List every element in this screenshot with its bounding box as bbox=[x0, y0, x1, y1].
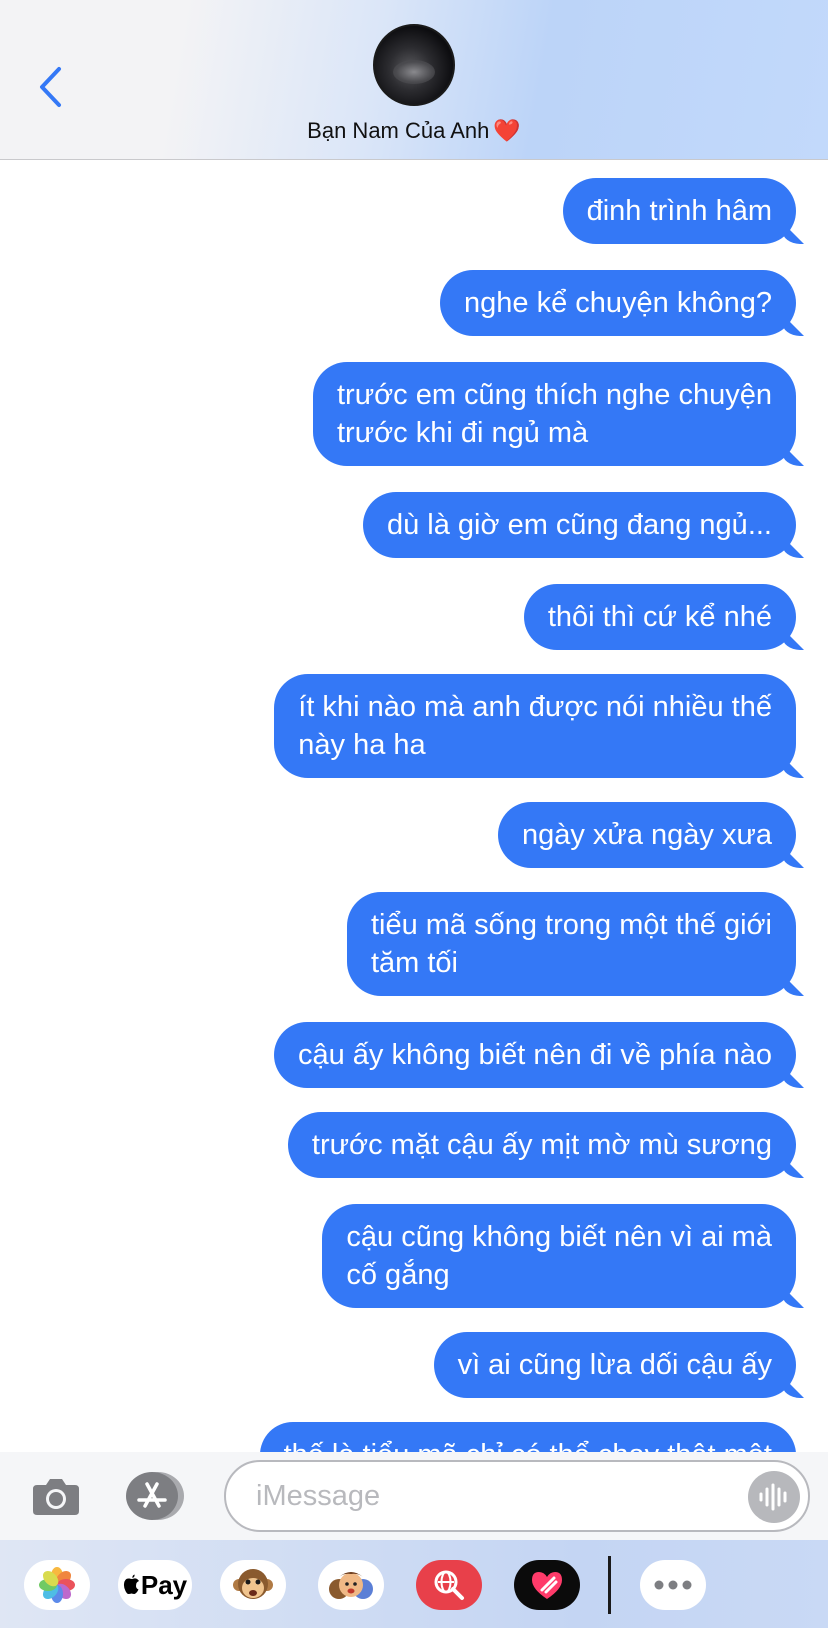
web-search-icon bbox=[434, 1570, 464, 1600]
message-bubble[interactable]: trước em cũng thích nghe chuyện trước kh… bbox=[313, 362, 796, 466]
message-bubble[interactable]: nghe kể chuyện không? bbox=[440, 270, 796, 336]
back-button[interactable] bbox=[30, 62, 70, 112]
message-text: dù là giờ em cũng đang ngủ... bbox=[386, 509, 772, 541]
message-bubble[interactable]: cậu cũng không biết nên vì ai mà cố gắng bbox=[322, 1204, 796, 1308]
imessage-placeholder: iMessage bbox=[256, 1480, 381, 1512]
audio-message-button[interactable] bbox=[748, 1471, 800, 1523]
message-text: tiểu mã sống trong một thế giới tăm tối bbox=[370, 909, 772, 979]
chevron-left-icon bbox=[40, 67, 61, 107]
message-bubble[interactable]: trước mặt cậu ấy mịt mờ mù sương bbox=[287, 1112, 796, 1178]
apple-pay-app-button[interactable]: Pay bbox=[118, 1560, 192, 1610]
message-text: trước mặt cậu ấy mịt mờ mù sương bbox=[311, 1129, 772, 1161]
message-text: cậu cũng không biết nên vì ai mà cố gắng bbox=[346, 1221, 772, 1291]
memoji-monkey-icon bbox=[233, 1569, 273, 1599]
contact-avatar[interactable] bbox=[373, 24, 455, 106]
more-icon bbox=[654, 1580, 692, 1590]
app-store-button[interactable] bbox=[126, 1470, 190, 1522]
app-drawer: Pay bbox=[0, 1540, 828, 1628]
message-text: đinh trình hâm bbox=[586, 195, 772, 227]
message-bubble[interactable]: ngày xửa ngày xưa bbox=[497, 802, 796, 868]
memoji-stickers-icon bbox=[329, 1572, 373, 1599]
camera-icon bbox=[33, 1479, 79, 1515]
conversation-header: Bạn Nam Của Anh ❤️ bbox=[0, 0, 828, 160]
camera-button[interactable] bbox=[30, 1470, 82, 1522]
photos-app-button[interactable] bbox=[24, 1560, 90, 1610]
message-list[interactable]: đinh trình hâm nghe kể chuyện không? trư… bbox=[0, 160, 828, 1452]
message-text: cậu ấy không biết nên đi về phía nào bbox=[297, 1039, 772, 1071]
waveform-icon bbox=[759, 1483, 787, 1511]
animoji-app-button[interactable] bbox=[220, 1560, 286, 1610]
imessage-input[interactable]: iMessage bbox=[224, 1460, 810, 1532]
message-bubble[interactable]: cậu ấy không biết nên đi về phía nào bbox=[273, 1022, 796, 1088]
message-text: trước em cũng thích nghe chuyện trước kh… bbox=[337, 379, 772, 449]
message-bubble[interactable]: tiểu mã sống trong một thế giới tăm tối bbox=[346, 892, 796, 996]
message-bubble[interactable]: vì ai cũng lừa dối cậu ấy bbox=[433, 1332, 796, 1398]
heart-emoji-icon: ❤️ bbox=[493, 118, 521, 143]
drawer-divider bbox=[608, 1556, 611, 1614]
message-bubble[interactable]: thôi thì cứ kể nhé bbox=[523, 584, 796, 650]
contact-name-label: Bạn Nam Của Anh bbox=[307, 118, 490, 143]
app-store-icon bbox=[137, 1482, 167, 1508]
message-bubble[interactable]: đinh trình hâm bbox=[562, 178, 796, 244]
more-apps-button[interactable] bbox=[640, 1560, 706, 1610]
message-text: thôi thì cứ kể nhé bbox=[547, 601, 772, 633]
digital-touch-app-button[interactable] bbox=[514, 1560, 580, 1610]
message-text: vì ai cũng lừa dối cậu ấy bbox=[457, 1349, 772, 1381]
contact-name[interactable]: Bạn Nam Của Anh ❤️ bbox=[0, 118, 828, 144]
memoji-stickers-app-button[interactable] bbox=[318, 1560, 384, 1610]
message-text: ngày xửa ngày xưa bbox=[521, 819, 772, 851]
digital-touch-icon bbox=[532, 1572, 562, 1599]
message-text: thế là tiểu mã chỉ có thể chạy thật một bbox=[284, 1439, 772, 1452]
message-bubble[interactable]: thế là tiểu mã chỉ có thể chạy thật một bbox=[259, 1422, 796, 1452]
apple-logo-icon bbox=[123, 1574, 139, 1594]
apple-pay-label: Pay bbox=[140, 1569, 188, 1600]
web-search-app-button[interactable] bbox=[416, 1560, 482, 1610]
message-bubble[interactable]: dù là giờ em cũng đang ngủ... bbox=[362, 492, 796, 558]
message-bubble[interactable]: ít khi nào mà anh được nói nhiều thế này… bbox=[274, 674, 796, 778]
message-text: nghe kể chuyện không? bbox=[464, 287, 772, 319]
compose-bar: iMessage bbox=[0, 1452, 828, 1540]
photos-icon bbox=[39, 1567, 75, 1603]
message-text: ít khi nào mà anh được nói nhiều thế này… bbox=[298, 691, 772, 761]
